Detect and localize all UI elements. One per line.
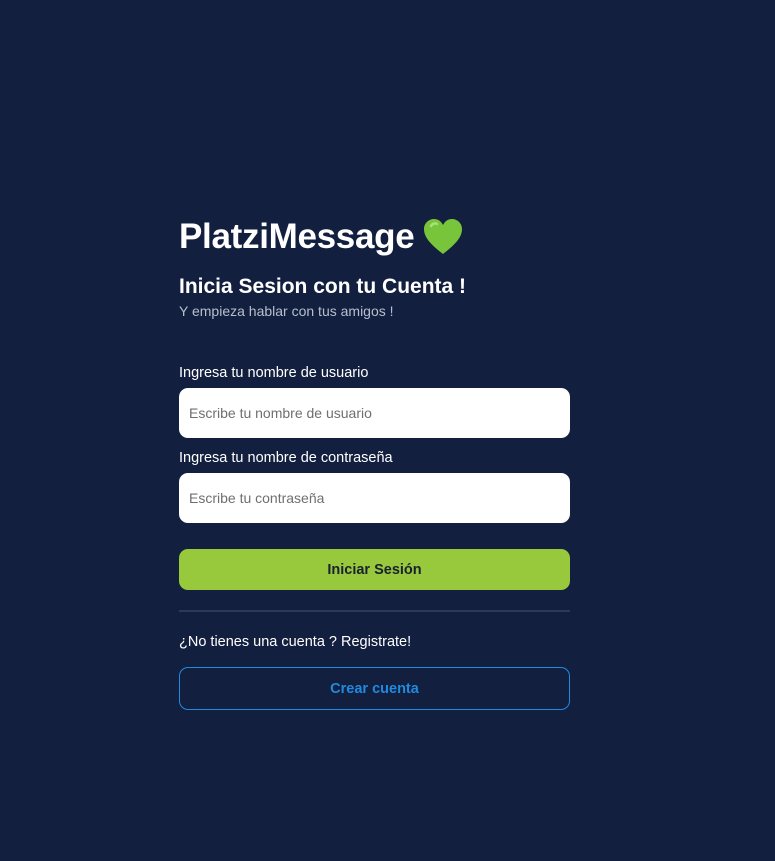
divider — [179, 610, 570, 612]
login-heading: Inicia Sesion con tu Cuenta ! — [179, 275, 467, 298]
signup-prompt: ¿No tienes una cuenta ? Registrate! — [179, 634, 412, 650]
password-label: Ingresa tu nombre de contraseña — [179, 450, 393, 466]
username-label: Ingresa tu nombre de usuario — [179, 365, 369, 381]
password-input[interactable] — [179, 473, 570, 523]
brand-header: PlatziMessage — [179, 212, 570, 262]
green-heart-icon — [422, 217, 464, 257]
app-title: PlatziMessage — [179, 217, 415, 256]
login-card: PlatziMessage Inicia Sesion con tu Cuent… — [179, 212, 570, 710]
username-input[interactable] — [179, 388, 570, 438]
create-account-button[interactable]: Crear cuenta — [179, 667, 570, 710]
login-button[interactable]: Iniciar Sesión — [179, 549, 570, 590]
login-page: PlatziMessage Inicia Sesion con tu Cuent… — [0, 0, 775, 861]
login-subheading: Y empieza hablar con tus amigos ! — [179, 303, 394, 319]
